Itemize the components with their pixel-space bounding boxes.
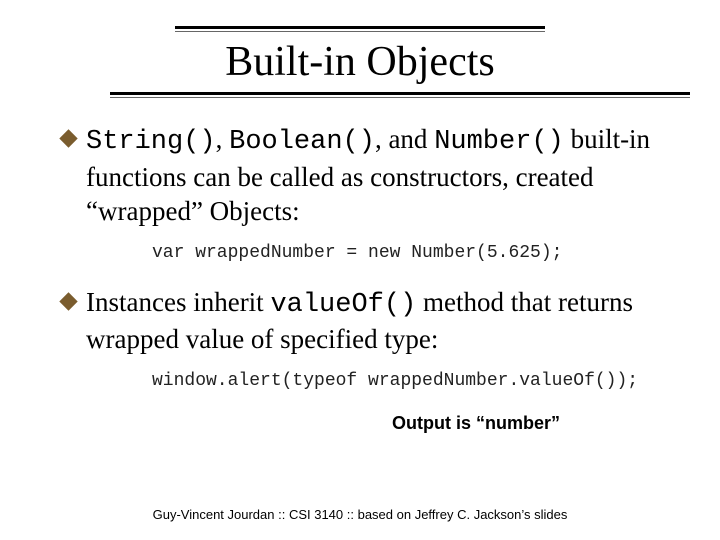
bullet-diamond-icon <box>59 129 77 147</box>
code-valueof: valueOf() <box>270 290 416 320</box>
title-rule-bottom-thick <box>110 92 690 95</box>
text-sep2: , and <box>375 124 434 154</box>
bullet-2: Instances inherit valueOf() method that … <box>62 285 670 357</box>
code-example-2: window.alert(typeof wrappedNumber.valueO… <box>152 371 670 391</box>
slide: Built-in Objects String(), Boolean(), an… <box>0 0 720 540</box>
code-boolean-fn: Boolean() <box>229 127 375 157</box>
title-rule-bottom-thin <box>110 97 690 98</box>
output-note: Output is “number” <box>282 413 670 434</box>
slide-footer: Guy-Vincent Jourdan :: CSI 3140 :: based… <box>0 507 720 522</box>
title-rule-top-thick <box>175 26 545 29</box>
code-string-fn: String() <box>86 127 216 157</box>
content-area: String(), Boolean(), and Number() built-… <box>0 98 720 434</box>
code-example-1: var wrappedNumber = new Number(5.625); <box>152 243 670 263</box>
slide-title: Built-in Objects <box>0 38 720 86</box>
code-number-fn: Number() <box>434 127 564 157</box>
title-rule-top-thin <box>175 31 545 32</box>
text-sep1: , <box>216 124 230 154</box>
bullet-2-lead: Instances inherit <box>86 287 270 317</box>
bullet-1: String(), Boolean(), and Number() built-… <box>62 122 670 229</box>
title-block: Built-in Objects <box>0 0 720 98</box>
bullet-diamond-icon <box>59 292 77 310</box>
